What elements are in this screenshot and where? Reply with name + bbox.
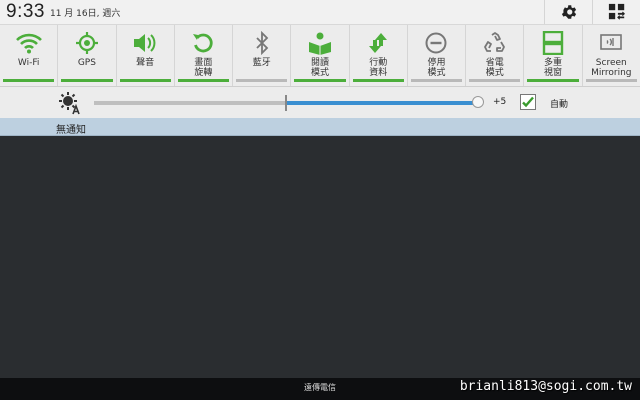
bluetooth-icon [249, 30, 275, 56]
toggle-label: 多重 視窗 [544, 58, 563, 78]
toggle-speaker[interactable]: 聲音 [117, 25, 175, 86]
toggle-block[interactable]: 停用 模式 [408, 25, 467, 86]
toggle-state-bar [119, 79, 171, 82]
date-label: 11 月 16日, 週六 [49, 8, 121, 19]
toggle-label: 聲音 [136, 58, 155, 68]
toggle-state-bar [527, 79, 579, 82]
toggle-state-bar [236, 79, 288, 82]
watermark: brianli813@sogi.com.tw [459, 379, 632, 394]
recycle-icon [482, 30, 508, 56]
toggle-label: GPS [77, 58, 96, 68]
checkmark-icon [522, 96, 534, 108]
brightness-slider-marker [285, 95, 287, 111]
auto-brightness-label: 自動 [550, 100, 569, 110]
toggle-recycle[interactable]: 省電 模式 [466, 25, 525, 86]
toggle-state-bar [585, 79, 637, 82]
auto-brightness-icon [59, 92, 80, 115]
gps-icon [74, 30, 100, 56]
toggle-multi-window[interactable]: 多重 視窗 [524, 25, 583, 86]
reading-icon [307, 30, 333, 56]
status-bar: 9:33 11 月 16日, 週六 [0, 0, 640, 24]
clock: 9:33 [6, 1, 45, 22]
speaker-icon [132, 30, 158, 56]
multi-window-icon [540, 30, 566, 56]
brightness-row: +5 自動 [0, 87, 640, 118]
notifications-header: 無通知 [0, 118, 640, 136]
bottom-bar: 遠傳電信 brianli813@sogi.com.tw [0, 378, 640, 400]
toggle-state-bar [294, 79, 346, 82]
toggle-state-bar [177, 79, 230, 82]
brightness-slider-fill [286, 101, 478, 105]
notification-area [0, 137, 640, 378]
gear-icon [561, 5, 576, 19]
brightness-value: +5 [493, 97, 507, 107]
toggle-state-bar [61, 79, 113, 82]
toggle-label: 停用 模式 [427, 58, 446, 78]
toggle-state-bar [469, 79, 521, 82]
toggle-bluetooth[interactable]: 藍牙 [233, 25, 292, 86]
toggle-state-bar [3, 79, 55, 82]
toggle-state-bar [410, 79, 463, 82]
toggle-label: Wi-Fi [17, 58, 40, 68]
toggle-label: 藍牙 [252, 58, 271, 68]
toggle-gps[interactable]: GPS [58, 25, 117, 86]
no-notifications-label: 無通知 [56, 125, 86, 136]
toggle-wifi[interactable]: Wi-Fi [0, 25, 59, 86]
toggle-rotate[interactable]: 畫面 旋轉 [175, 25, 234, 86]
settings-button[interactable] [544, 0, 592, 24]
quick-toggles: Wi-Fi GPS 聲音 畫面 旋轉 藍牙 閱讀 模式 行動 資料 停用 模式 省電 模式 多重 … [0, 24, 640, 87]
auto-brightness-checkbox[interactable] [520, 94, 536, 110]
brightness-slider[interactable] [94, 95, 484, 111]
toggle-label: 畫面 旋轉 [194, 58, 213, 78]
toggle-reading[interactable]: 閱讀 模式 [291, 25, 350, 86]
grid-edit-icon [608, 3, 625, 20]
toggle-mobile-data[interactable]: 行動 資料 [350, 25, 408, 86]
toggle-state-bar [352, 79, 404, 82]
screen-mirroring-icon [598, 30, 624, 56]
wifi-icon [15, 30, 42, 56]
rotate-icon [190, 30, 216, 56]
toggle-screen-mirroring[interactable]: Screen Mirroring [583, 25, 640, 86]
toggle-label: 省電 模式 [485, 58, 504, 78]
brightness-slider-thumb[interactable] [472, 96, 484, 108]
mobile-data-icon [365, 30, 391, 56]
toggle-label: 閱讀 模式 [310, 58, 329, 78]
edit-toggles-button[interactable] [592, 0, 640, 24]
toggle-label: 行動 資料 [369, 58, 388, 78]
block-icon [423, 30, 449, 56]
toggle-label: Screen Mirroring [591, 58, 632, 78]
